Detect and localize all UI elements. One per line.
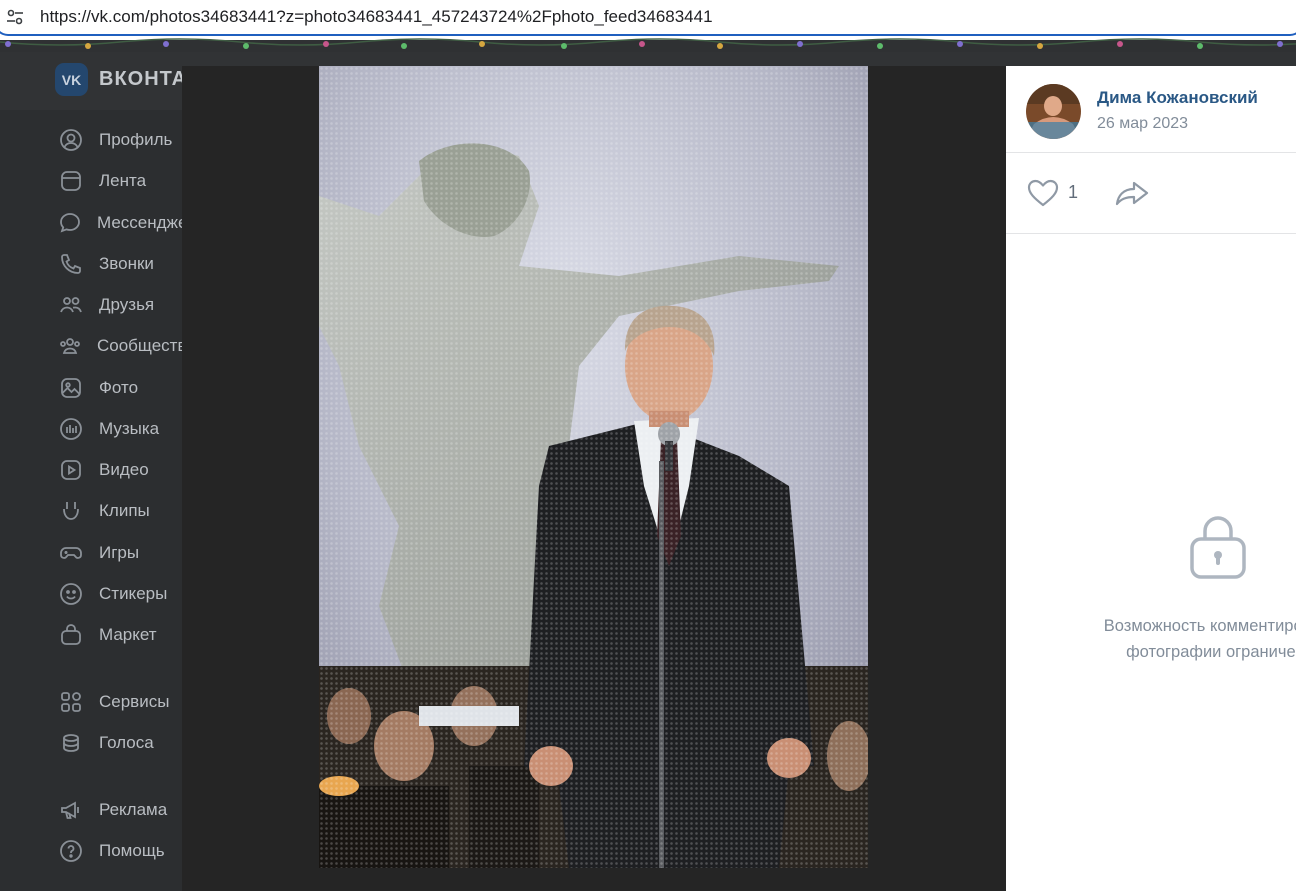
share-arrow-icon[interactable] xyxy=(1114,178,1150,208)
sidebar-item-label: Игры xyxy=(99,543,140,562)
sidebar-item-label: Реклама xyxy=(99,800,168,819)
sidebar-item-ads[interactable]: Реклама xyxy=(58,796,188,824)
phone-icon xyxy=(58,251,84,277)
vk-logo[interactable]: VK xyxy=(55,63,88,96)
photo-image[interactable] xyxy=(319,66,868,868)
photo-viewer xyxy=(182,66,1006,891)
author-name-link[interactable]: Дима Кожановский xyxy=(1097,88,1258,108)
sidebar-item-help[interactable]: Помощь xyxy=(58,837,188,865)
sidebar-item-games[interactable]: Игры xyxy=(58,539,188,567)
sidebar-item-label: Лента xyxy=(99,171,147,190)
sidebar-item-stickers[interactable]: Стикеры xyxy=(58,580,188,608)
clips-icon xyxy=(58,498,84,524)
feed-icon xyxy=(58,168,84,194)
sidebar-item-label: Музыка xyxy=(99,419,160,438)
sidebar-item-profile[interactable]: Профиль xyxy=(58,126,188,154)
garland-decoration xyxy=(0,38,1296,49)
photo-icon xyxy=(58,375,84,401)
friends-icon xyxy=(58,292,84,318)
sidebar-item-calls[interactable]: Звонки xyxy=(58,250,188,278)
comments-locked-line: Возможность комментировать xyxy=(1103,617,1296,635)
sidebar-item-label: Видео xyxy=(99,460,149,479)
avatar[interactable] xyxy=(1026,84,1081,139)
sidebar-item-label: Фото xyxy=(99,378,139,397)
url-field[interactable]: https://vk.com/photos34683441?z=photo346… xyxy=(0,0,1296,36)
megaphone-icon xyxy=(58,797,84,823)
post-date[interactable]: 26 мар 2023 xyxy=(1097,115,1188,133)
gamepad-icon xyxy=(58,540,84,566)
comments-locked-line: фотографии ограничена xyxy=(1126,643,1296,661)
video-icon xyxy=(58,457,84,483)
help-icon xyxy=(58,838,84,864)
sidebar-item-label: Звонки xyxy=(99,254,154,273)
music-icon xyxy=(58,416,84,442)
sidebar-item-clips[interactable]: Клипы xyxy=(58,497,188,525)
site-settings-icon[interactable] xyxy=(6,8,24,26)
url-text[interactable]: https://vk.com/photos34683441?z=photo346… xyxy=(40,7,713,27)
sidebar-item-label: Маркет xyxy=(99,625,157,644)
sidebar-item-friends[interactable]: Друзья xyxy=(58,291,188,319)
divider xyxy=(1006,233,1296,234)
sidebar-item-label: Клипы xyxy=(99,501,150,520)
services-icon xyxy=(58,689,84,715)
sidebar-item-label: Стикеры xyxy=(99,584,168,603)
sidebar-item-label: Профиль xyxy=(99,130,173,149)
sidebar-item-label: Сообщества xyxy=(97,336,196,355)
sidebar-item-feed[interactable]: Лента xyxy=(58,167,188,195)
sidebar-item-label: Друзья xyxy=(99,295,155,314)
bag-icon xyxy=(58,622,84,648)
like-count: 1 xyxy=(1068,182,1079,202)
divider xyxy=(1006,152,1296,153)
lock-icon xyxy=(1190,516,1246,579)
sidebar-item-votes[interactable]: Голоса xyxy=(58,729,188,757)
communities-icon xyxy=(58,333,82,359)
photo-info-panel: Дима Кожановский 26 мар 2023 1 Возможнос… xyxy=(1006,66,1296,891)
sidebar-item-market[interactable]: Маркет xyxy=(58,621,188,649)
sidebar-item-communities[interactable]: Сообщества xyxy=(58,332,196,360)
sidebar-item-music[interactable]: Музыка xyxy=(58,415,188,443)
comments-locked-message: Возможность комментировать фотографии ог… xyxy=(1060,613,1296,665)
sidebar-item-services[interactable]: Сервисы xyxy=(58,688,188,716)
coins-icon xyxy=(58,730,84,756)
sidebar-item-label: Помощь xyxy=(99,841,165,860)
browser-address-bar: https://vk.com/photos34683441?z=photo346… xyxy=(0,0,1296,40)
message-icon xyxy=(58,210,82,236)
sidebar-item-video[interactable]: Видео xyxy=(58,456,188,484)
user-circle-icon xyxy=(58,127,84,153)
sticker-icon xyxy=(58,581,84,607)
sidebar-item-messenger[interactable]: Мессенджер xyxy=(58,209,197,237)
sidebar-item-label: Сервисы xyxy=(99,692,170,711)
sidebar-item-label: Голоса xyxy=(99,733,154,752)
sidebar-item-photos[interactable]: Фото xyxy=(58,374,188,402)
like-heart-icon[interactable] xyxy=(1026,178,1060,208)
photo-illustration xyxy=(319,66,868,868)
